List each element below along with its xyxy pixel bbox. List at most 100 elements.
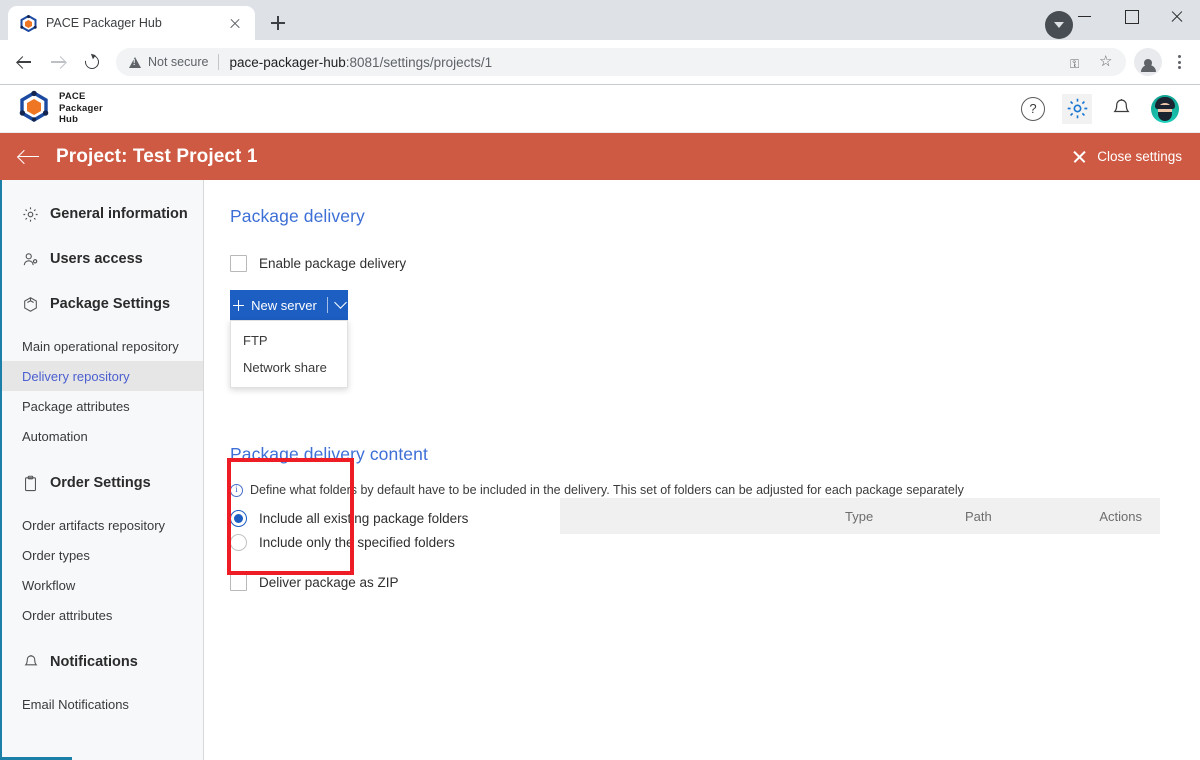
- browser-titlebar: PACE Packager Hub: [0, 0, 1200, 40]
- logo-line-2: Packager: [59, 102, 103, 114]
- pace-cube-logo: [18, 90, 50, 127]
- sidebar-item-order-types[interactable]: Order types: [0, 540, 203, 570]
- sidebar-left-accent: [0, 180, 2, 760]
- sidebar-item-email-notifications[interactable]: Email Notifications: [0, 689, 203, 719]
- sidebar-item-label: Delivery repository: [22, 368, 130, 384]
- window-minimize-button[interactable]: [1062, 0, 1108, 32]
- sidebar-item-label: Main operational repository: [22, 338, 179, 354]
- header-icon-group: ?: [1018, 93, 1200, 124]
- tab-title: PACE Packager Hub: [46, 16, 162, 30]
- reload-icon: [82, 52, 102, 72]
- clipboard-icon: [22, 475, 39, 492]
- window-maximize-button[interactable]: [1108, 0, 1154, 32]
- sidebar-item-package-attributes[interactable]: Package attributes: [0, 391, 203, 421]
- profile-avatar-icon[interactable]: [1134, 48, 1162, 76]
- url-path: :8081/settings/projects/1: [345, 54, 493, 70]
- kebab-menu-icon[interactable]: [1166, 46, 1192, 78]
- key-icon[interactable]: ⚿: [1065, 49, 1091, 75]
- enable-package-delivery-label: Enable package delivery: [259, 256, 407, 271]
- enable-package-delivery-row[interactable]: Enable package delivery: [230, 255, 1160, 272]
- deliver-as-zip-checkbox[interactable]: [230, 574, 247, 591]
- deliver-as-zip-label: Deliver package as ZIP: [259, 575, 399, 590]
- dropdown-item-ftp[interactable]: FTP: [231, 327, 347, 354]
- radio-row-include-specified[interactable]: Include only the specified folders: [230, 534, 1160, 551]
- settings-content: Package delivery Enable package delivery…: [204, 180, 1200, 760]
- browser-window: PACE Packager Hub Not secure pace-packag…: [0, 0, 1200, 760]
- new-server-dropdown-menu: FTP Network share: [230, 320, 348, 388]
- dropdown-item-label: Network share: [243, 360, 327, 375]
- sidebar-group-label: Order Settings: [50, 475, 151, 491]
- user-avatar[interactable]: [1150, 94, 1180, 124]
- forward-button[interactable]: [42, 46, 74, 78]
- radio-include-all-folders[interactable]: [230, 510, 247, 527]
- sidebar-group-package-settings[interactable]: Package Settings: [0, 286, 203, 322]
- radio-include-specified-folders[interactable]: [230, 534, 247, 551]
- new-server-button-zone: New server FTP Network share: [230, 290, 348, 388]
- back-arrow-icon[interactable]: [18, 149, 40, 165]
- page-title: Project: Test Project 1: [56, 145, 258, 167]
- dropdown-item-label: FTP: [243, 333, 268, 348]
- plus-icon: [233, 299, 245, 311]
- sidebar-item-workflow[interactable]: Workflow: [0, 570, 203, 600]
- sidebar-group-label: Notifications: [50, 654, 138, 670]
- address-bar[interactable]: Not secure pace-packager-hub:8081/settin…: [116, 48, 1126, 76]
- sidebar-item-order-artifacts-repository[interactable]: Order artifacts repository: [0, 510, 203, 540]
- help-icon[interactable]: ?: [1018, 94, 1048, 124]
- delivery-content-hint: i Define what folders by default have to…: [230, 483, 1160, 497]
- users-icon: [22, 251, 39, 268]
- window-close-button[interactable]: [1154, 0, 1200, 32]
- button-divider: [326, 297, 328, 313]
- logo-line-1: PACE: [59, 91, 86, 103]
- tab-strip: PACE Packager Hub: [0, 0, 292, 40]
- app-logo-text: PACE Packager Hub: [59, 91, 103, 126]
- sidebar-item-delivery-repository[interactable]: Delivery repository: [0, 361, 203, 391]
- logo-line-3: Hub: [59, 114, 79, 126]
- project-bar: Project: Test Project 1 Close settings: [0, 133, 1200, 180]
- sidebar-item-automation[interactable]: Automation: [0, 421, 203, 451]
- settings-body: General information Users access Package…: [0, 180, 1200, 760]
- url-text: pace-packager-hub:8081/settings/projects…: [229, 55, 492, 70]
- chevron-down-icon[interactable]: [334, 295, 347, 309]
- servers-table-header: Type Path Actions: [560, 498, 1160, 534]
- reload-button[interactable]: [76, 46, 108, 78]
- url-host: pace-packager-hub: [229, 54, 346, 70]
- arrow-right-icon: [51, 55, 65, 69]
- sidebar-item-label: Automation: [22, 428, 88, 444]
- sidebar-group-label: General information: [50, 206, 188, 222]
- sidebar-group-label: Users access: [50, 251, 143, 267]
- new-tab-button[interactable]: [264, 9, 292, 37]
- deliver-as-zip-row[interactable]: Deliver package as ZIP: [230, 574, 1160, 591]
- star-icon[interactable]: ☆: [1093, 49, 1119, 75]
- web-page: PACE Packager Hub ? Project: Test Projec…: [0, 85, 1200, 760]
- sidebar-item-order-attributes[interactable]: Order attributes: [0, 600, 203, 630]
- app-logo[interactable]: PACE Packager Hub: [18, 90, 103, 127]
- settings-sidebar: General information Users access Package…: [0, 180, 204, 760]
- back-button[interactable]: [8, 46, 40, 78]
- close-settings-label: Close settings: [1097, 149, 1182, 164]
- help-question-mark: ?: [1021, 96, 1045, 121]
- security-status-label: Not secure: [148, 55, 209, 69]
- settings-gear-icon[interactable]: [1062, 93, 1092, 124]
- new-server-button[interactable]: New server: [230, 290, 348, 320]
- new-server-label: New server: [251, 297, 317, 313]
- sidebar-group-label: Package Settings: [50, 296, 171, 312]
- enable-package-delivery-checkbox[interactable]: [230, 255, 247, 272]
- sidebar-group-users-access[interactable]: Users access: [0, 241, 203, 277]
- sidebar-group-general-information[interactable]: General information: [0, 196, 203, 232]
- sidebar-item-main-operational-repository[interactable]: Main operational repository: [0, 331, 203, 361]
- notifications-bell-icon[interactable]: [1106, 94, 1136, 124]
- column-header-path: Path: [965, 508, 992, 524]
- sidebar-item-label: Order artifacts repository: [22, 517, 166, 533]
- omnibox-icons: ⚿ ☆: [1065, 49, 1122, 75]
- arrow-left-icon: [17, 55, 31, 69]
- app-header: PACE Packager Hub ?: [0, 85, 1200, 133]
- sidebar-group-order-settings[interactable]: Order Settings: [0, 465, 203, 501]
- column-header-type: Type: [845, 508, 874, 524]
- sidebar-group-notifications[interactable]: Notifications: [0, 644, 203, 680]
- browser-tab[interactable]: PACE Packager Hub: [8, 6, 255, 40]
- tab-close-icon[interactable]: [225, 13, 245, 33]
- dropdown-item-network-share[interactable]: Network share: [231, 354, 347, 381]
- sidebar-item-label: Workflow: [22, 577, 76, 593]
- close-settings-button[interactable]: Close settings: [1072, 149, 1182, 164]
- gear-icon: [22, 206, 39, 223]
